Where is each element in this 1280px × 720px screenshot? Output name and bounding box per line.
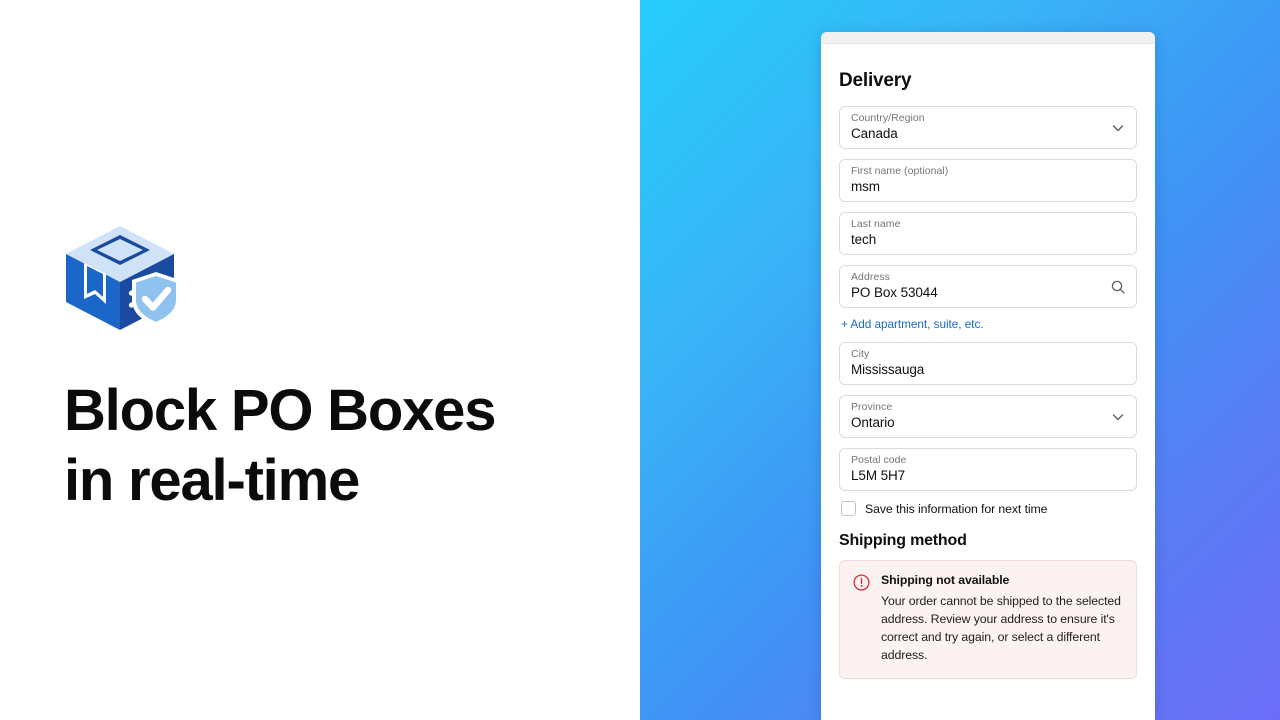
save-info-label: Save this information for next time (865, 501, 1048, 516)
field-label-last-name: Last name (851, 218, 901, 230)
alert-title: Shipping not available (881, 573, 1010, 587)
add-apartment-link[interactable]: + Add apartment, suite, etc. (841, 317, 1137, 331)
marketing-panel: Block PO Boxes in real-time (0, 0, 640, 720)
field-label-first-name: First name (optional) (851, 165, 949, 177)
field-label-address: Address (851, 271, 890, 283)
field-label-province: Province (851, 401, 893, 413)
field-address[interactable]: Address PO Box 53044 (839, 265, 1137, 308)
field-label-postal-code: Postal code (851, 454, 907, 466)
field-city[interactable]: City Mississauga (839, 342, 1137, 385)
field-first-name[interactable]: First name (optional) msm (839, 159, 1137, 202)
gradient-backdrop: Delivery Country/Region Canada First nam… (640, 0, 1280, 720)
checkout-browser-card: Delivery Country/Region Canada First nam… (821, 32, 1155, 720)
field-label-city: City (851, 348, 870, 360)
brand-block: Block PO Boxes in real-time (64, 222, 584, 516)
field-value-province: Ontario (851, 415, 895, 430)
field-country-region[interactable]: Country/Region Canada (839, 106, 1137, 149)
chevron-down-icon[interactable] (1110, 409, 1126, 425)
field-value-address: PO Box 53044 (851, 285, 938, 300)
field-value-last-name: tech (851, 232, 877, 247)
delivery-section-title: Delivery (839, 70, 912, 91)
headline: Block PO Boxes in real-time (64, 378, 496, 513)
chevron-down-icon[interactable] (1110, 120, 1126, 136)
error-circle-icon (853, 574, 870, 591)
field-value-first-name: msm (851, 179, 880, 194)
field-postal-code[interactable]: Postal code L5M 5H7 (839, 448, 1137, 491)
alert-text-block: Shipping not available Your order cannot… (881, 573, 1123, 664)
save-info-row[interactable]: Save this information for next time (841, 501, 1137, 516)
field-value-postal-code: L5M 5H7 (851, 468, 906, 483)
search-icon[interactable] (1110, 279, 1126, 295)
field-province[interactable]: Province Ontario (839, 395, 1137, 438)
shielded-package-logo (64, 222, 182, 334)
save-info-checkbox[interactable] (841, 501, 856, 516)
page-root: Block PO Boxes in real-time Delivery Cou… (0, 0, 1280, 720)
field-last-name[interactable]: Last name tech (839, 212, 1137, 255)
field-label-country-region: Country/Region (851, 112, 925, 124)
checkout-form: Delivery Country/Region Canada First nam… (821, 44, 1155, 679)
shipping-not-available-alert: Shipping not available Your order cannot… (839, 560, 1137, 679)
browser-chrome-bar (821, 32, 1155, 44)
field-value-city: Mississauga (851, 362, 925, 377)
shipping-section-title: Shipping method (839, 532, 967, 549)
alert-body: Your order cannot be shipped to the sele… (881, 594, 1121, 662)
field-value-country-region: Canada (851, 126, 898, 141)
